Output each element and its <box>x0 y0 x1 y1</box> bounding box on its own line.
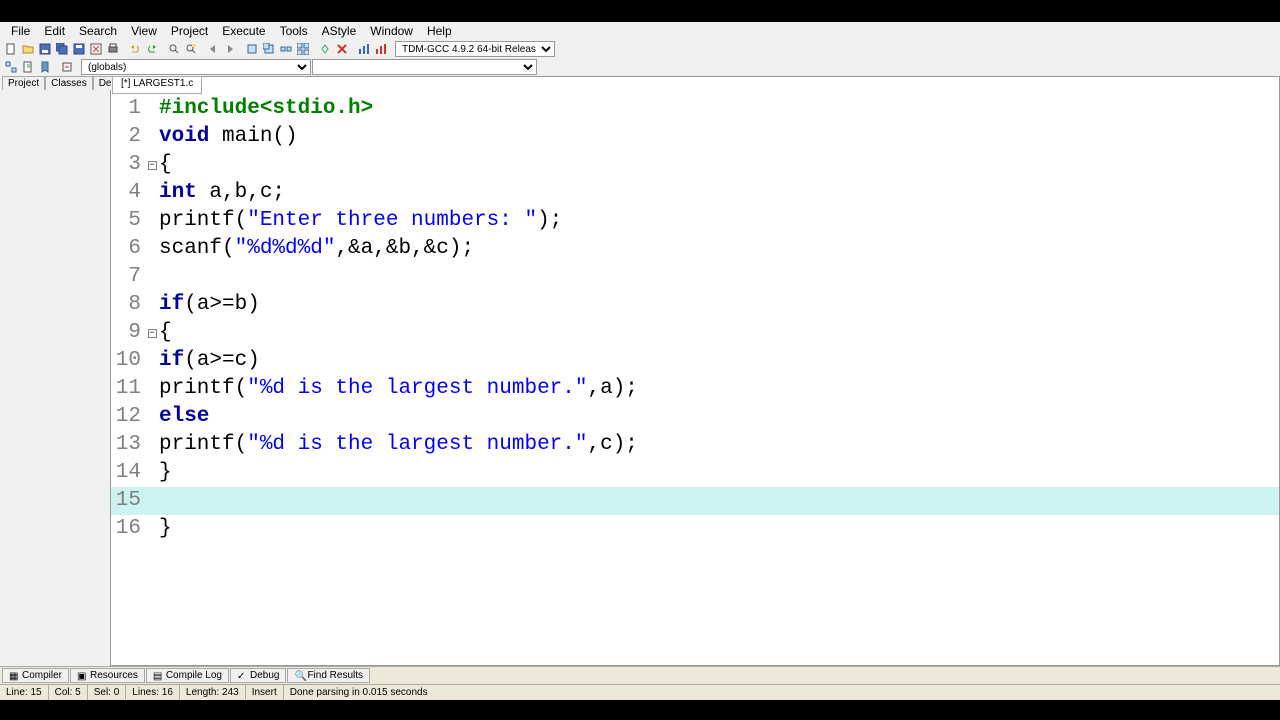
compiler-profile-select[interactable]: TDM-GCC 4.9.2 64-bit Release <box>395 41 555 57</box>
menu-window[interactable]: Window <box>363 23 420 39</box>
find-icon[interactable] <box>166 41 182 57</box>
compile-run-icon[interactable] <box>278 41 294 57</box>
menu-execute[interactable]: Execute <box>215 23 272 39</box>
menu-search[interactable]: Search <box>72 23 124 39</box>
scope-select[interactable]: (globals) <box>81 59 311 75</box>
save-icon[interactable] <box>37 41 53 57</box>
status-length: Length: 243 <box>180 685 246 700</box>
nav-back-icon[interactable] <box>205 41 221 57</box>
menu-help[interactable]: Help <box>420 23 459 39</box>
save-all-icon[interactable] <box>54 41 70 57</box>
debug-icon[interactable] <box>317 41 333 57</box>
stop-icon[interactable] <box>334 41 350 57</box>
new-file-icon[interactable] <box>3 41 19 57</box>
tab-project[interactable]: Project <box>2 76 45 90</box>
member-select[interactable] <box>312 59 537 75</box>
file-tab-largest1[interactable]: [*] LARGEST1.c <box>112 76 202 94</box>
redo-icon[interactable] <box>144 41 160 57</box>
bookmark-icon[interactable] <box>37 59 53 75</box>
nav-forward-icon[interactable] <box>222 41 238 57</box>
menu-project[interactable]: Project <box>164 23 215 39</box>
tab-compile-log[interactable]: ▤Compile Log <box>146 668 229 683</box>
close-icon[interactable] <box>88 41 104 57</box>
print-icon[interactable] <box>105 41 121 57</box>
new-project-icon[interactable] <box>3 59 19 75</box>
replace-icon[interactable] <box>183 41 199 57</box>
status-line: Line: 15 <box>0 685 49 700</box>
undo-icon[interactable] <box>127 41 143 57</box>
code-editor[interactable]: 1#include<stdio.h> 2void main() 3−{ 4 in… <box>111 95 1279 665</box>
delete-profile-icon[interactable] <box>373 41 389 57</box>
log-icon: ▤ <box>153 671 163 681</box>
menu-view[interactable]: View <box>124 23 164 39</box>
bottom-panel-tabs: ▦Compiler ▣Resources ▤Compile Log ✓Debug… <box>0 666 1280 684</box>
current-line: 15 <box>111 487 1279 515</box>
fold-icon[interactable]: − <box>148 161 157 170</box>
run-icon[interactable] <box>261 41 277 57</box>
status-mode: Insert <box>246 685 284 700</box>
status-col: Col: 5 <box>49 685 88 700</box>
menu-file[interactable]: File <box>4 23 37 39</box>
toolbar-secondary: (globals) <box>0 58 1280 76</box>
resources-icon: ▣ <box>77 671 87 681</box>
statusbar: Line: 15 Col: 5 Sel: 0 Lines: 16 Length:… <box>0 684 1280 700</box>
goto-icon[interactable] <box>59 59 75 75</box>
editor-pane: [*] LARGEST1.c 1#include<stdio.h> 2void … <box>110 76 1280 666</box>
tab-classes[interactable]: Classes <box>45 76 93 90</box>
find-icon: 🔍 <box>294 671 304 681</box>
tab-debug-bottom[interactable]: ✓Debug <box>230 668 286 683</box>
tab-resources[interactable]: ▣Resources <box>70 668 145 683</box>
rebuild-icon[interactable] <box>295 41 311 57</box>
compile-icon[interactable] <box>244 41 260 57</box>
toolbar-main: TDM-GCC 4.9.2 64-bit Release <box>0 40 1280 58</box>
menu-tools[interactable]: Tools <box>273 23 315 39</box>
save-as-icon[interactable] <box>71 41 87 57</box>
main-area: Project Classes Debug [*] LARGEST1.c 1#i… <box>0 76 1280 666</box>
insert-icon[interactable] <box>20 59 36 75</box>
compiler-icon: ▦ <box>9 671 19 681</box>
debug-icon: ✓ <box>237 671 247 681</box>
status-parse: Done parsing in 0.015 seconds <box>284 685 1280 700</box>
fold-icon[interactable]: − <box>148 329 157 338</box>
status-lines: Lines: 16 <box>126 685 180 700</box>
status-sel: Sel: 0 <box>88 685 127 700</box>
menubar: File Edit Search View Project Execute To… <box>0 22 1280 40</box>
menu-edit[interactable]: Edit <box>37 23 72 39</box>
file-tabs: [*] LARGEST1.c <box>112 76 202 94</box>
open-file-icon[interactable] <box>20 41 36 57</box>
profile-icon[interactable] <box>356 41 372 57</box>
tab-compiler[interactable]: ▦Compiler <box>2 668 69 683</box>
ide-window: File Edit Search View Project Execute To… <box>0 22 1280 700</box>
tab-find-results[interactable]: 🔍Find Results <box>287 668 370 683</box>
menu-astyle[interactable]: AStyle <box>315 23 364 39</box>
